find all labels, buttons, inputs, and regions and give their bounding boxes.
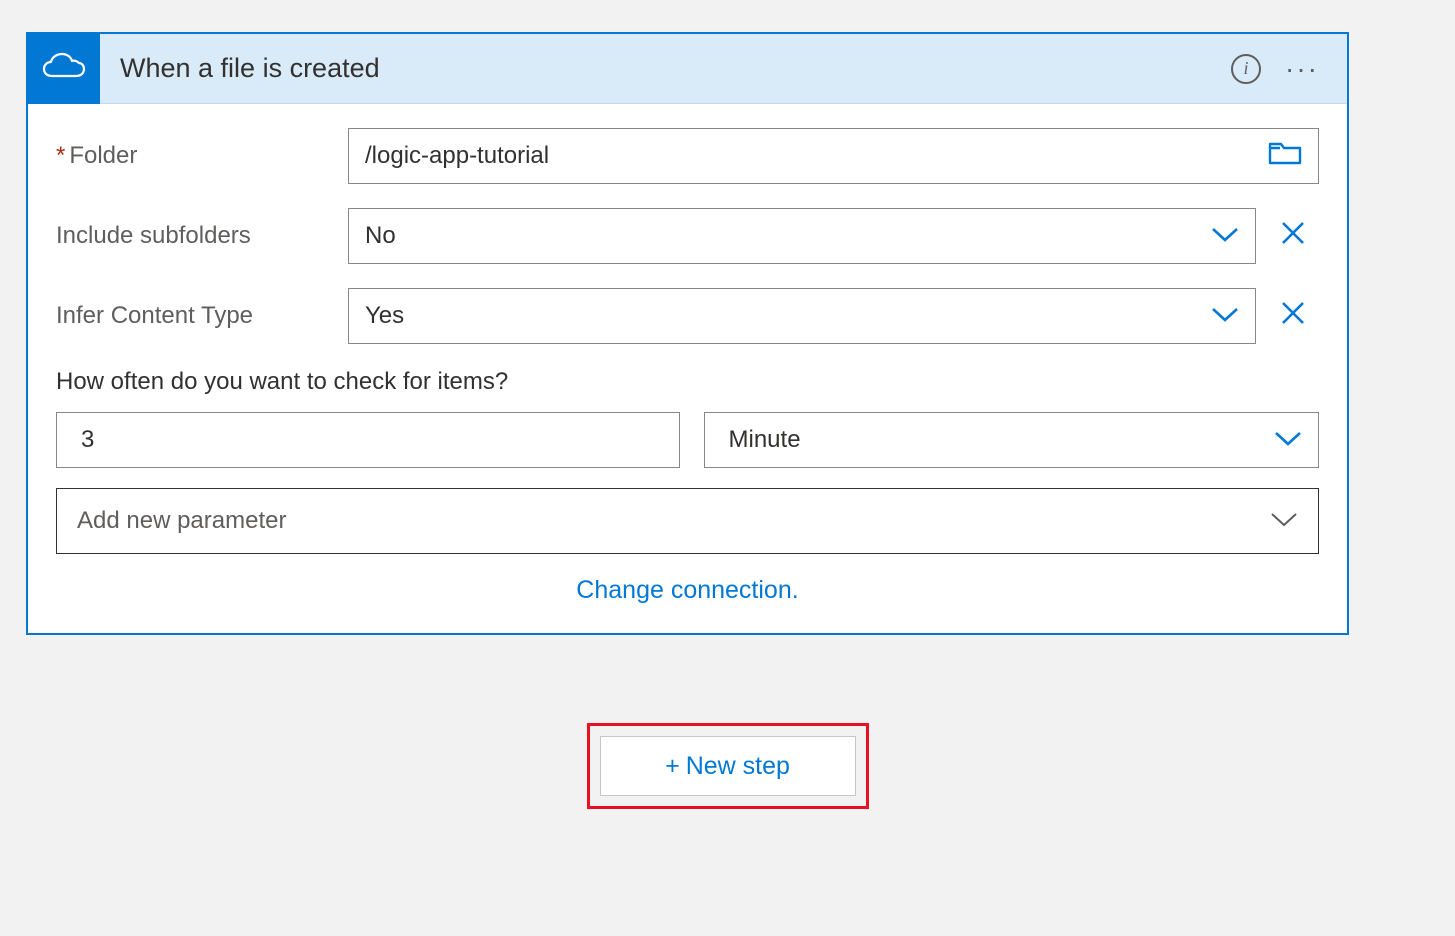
remove-infer-content-type-button[interactable] [1276,300,1310,333]
add-parameter-select[interactable]: Add new parameter [56,488,1319,554]
interval-count-input[interactable]: 3 [56,412,680,468]
folder-row: *Folder /logic-app-tutorial [56,128,1319,184]
folder-label: *Folder [56,142,348,170]
chevron-down-icon [1270,507,1298,535]
include-subfolders-label: Include subfolders [56,222,348,250]
trigger-card: When a file is created i ··· *Folder /lo… [26,32,1349,635]
include-subfolders-value: No [365,222,396,250]
change-connection-link[interactable]: Change connection. [56,576,1319,605]
plus-icon: + [665,752,680,781]
folder-value: /logic-app-tutorial [365,142,549,170]
onedrive-icon [42,51,86,86]
infer-content-type-value: Yes [365,302,404,330]
highlight-annotation: + New step [587,723,869,809]
include-subfolders-row: Include subfolders No [56,208,1319,264]
infer-content-type-row: Infer Content Type Yes [56,288,1319,344]
chevron-down-icon [1274,426,1302,454]
folder-icon [1268,140,1302,173]
chevron-down-icon [1211,302,1239,330]
infer-content-type-select[interactable]: Yes [348,288,1256,344]
interval-unit-value: Minute [729,426,801,454]
include-subfolders-select[interactable]: No [348,208,1256,264]
close-icon [1280,220,1306,253]
card-title: When a file is created [120,53,1231,84]
required-star: * [56,142,65,169]
infer-content-type-label: Infer Content Type [56,302,348,330]
interval-row: 3 Minute [56,412,1319,468]
new-step-area: + New step [24,723,1431,809]
folder-input[interactable]: /logic-app-tutorial [348,128,1319,184]
interval-count-value: 3 [81,426,94,454]
info-icon[interactable]: i [1231,54,1261,84]
header-actions: i ··· [1231,54,1319,84]
chevron-down-icon [1211,222,1239,250]
card-body: *Folder /logic-app-tutorial Include subf… [28,104,1347,633]
more-menu-button[interactable]: ··· [1285,55,1319,83]
new-step-button[interactable]: + New step [600,736,856,796]
remove-include-subfolders-button[interactable] [1276,220,1310,253]
interval-unit-select[interactable]: Minute [704,412,1320,468]
close-icon [1280,300,1306,333]
add-parameter-label: Add new parameter [77,507,286,535]
folder-picker-button[interactable] [1268,140,1302,173]
onedrive-icon-tile [28,34,100,104]
poll-question: How often do you want to check for items… [56,368,1319,396]
card-header: When a file is created i ··· [28,34,1347,104]
new-step-label: New step [686,752,790,781]
